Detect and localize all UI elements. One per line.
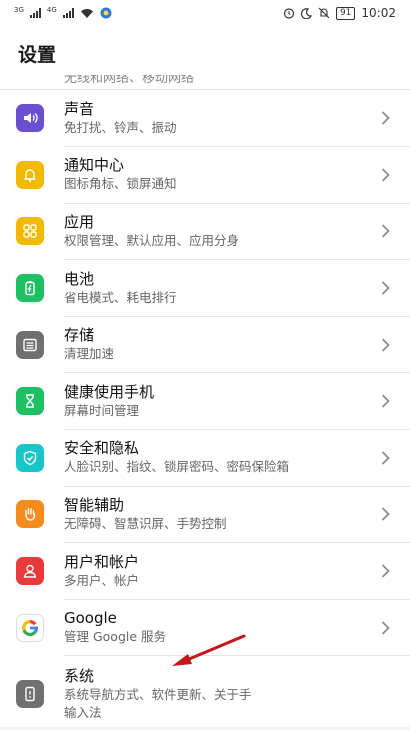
item-text: 应用 权限管理、默认应用、应用分身	[64, 203, 410, 261]
item-text: 声音 免打扰、铃声、振动	[64, 90, 410, 148]
system-icon	[16, 679, 44, 708]
settings-item-notifications[interactable]: 通知中心 图标角标、锁屏通知	[0, 147, 410, 204]
item-title: 安全和隐私	[64, 439, 140, 458]
item-title: 存储	[64, 326, 95, 345]
user-icon	[16, 557, 44, 586]
hourglass-icon	[16, 387, 44, 416]
settings-item-digital-balance[interactable]: 健康使用手机 屏幕时间管理	[0, 372, 410, 431]
item-subtitle: 无障碍、智慧识屏、手势控制	[64, 515, 227, 531]
settings-item-security[interactable]: 安全和隐私 人脸识别、指纹、锁屏密码、密码保险箱	[0, 430, 410, 487]
settings-item-users-accounts[interactable]: 用户和帐户 多用户、帐户	[0, 543, 410, 600]
partially-hidden-row[interactable]: 无线和网络、移动网络	[0, 75, 410, 90]
chevron-right-icon	[381, 168, 390, 182]
chevron-right-icon	[381, 338, 390, 352]
status-left: 3G 4G	[14, 7, 112, 19]
alarm-icon	[283, 8, 295, 19]
item-title: Google	[64, 609, 117, 628]
chevron-right-icon	[381, 394, 390, 408]
item-text: 系统 系统导航方式、软件更新、关于手 输入法	[64, 666, 410, 722]
battery-indicator: 91	[335, 6, 356, 20]
item-title: 声音	[64, 99, 95, 118]
hand-icon	[16, 500, 44, 529]
google-icon	[16, 613, 44, 642]
chevron-right-icon	[381, 621, 390, 635]
item-subtitle: 屏幕时间管理	[64, 402, 140, 418]
storage-icon	[16, 330, 44, 359]
item-subtitle: 权限管理、默认应用、应用分身	[64, 232, 240, 248]
item-text: 健康使用手机 屏幕时间管理	[64, 372, 410, 431]
moon-icon	[300, 7, 312, 19]
item-text: 通知中心 图标角标、锁屏通知	[64, 146, 410, 204]
annotation-arrow	[172, 634, 246, 666]
speaker-icon	[16, 104, 44, 133]
chevron-right-icon	[381, 281, 390, 295]
item-title: 用户和帐户	[64, 552, 140, 571]
page-title: 设置	[18, 44, 57, 66]
wifi-icon	[80, 8, 93, 18]
apps-grid-icon	[16, 217, 44, 246]
settings-item-battery[interactable]: 电池 省电模式、耗电排行	[0, 260, 410, 317]
item-text: 存储 清理加速	[64, 316, 410, 374]
settings-item-apps[interactable]: 应用 权限管理、默认应用、应用分身	[0, 203, 410, 261]
battery-icon	[16, 274, 44, 303]
settings-item-smart-assistance[interactable]: 智能辅助 无障碍、智慧识屏、手势控制	[0, 486, 410, 544]
chevron-right-icon	[381, 111, 390, 125]
item-subtitle: 免打扰、铃声、振动	[64, 119, 177, 135]
item-text: 用户和帐户 多用户、帐户	[64, 542, 410, 600]
item-title: 健康使用手机	[64, 382, 155, 401]
clock-time: 10:02	[361, 6, 396, 20]
app-notification-icon	[100, 7, 112, 19]
item-subtitle: 省电模式、耗电排行	[64, 289, 177, 305]
signal-icon-1	[29, 8, 41, 18]
signal-icon-2	[62, 8, 74, 18]
shield-icon	[16, 443, 44, 472]
item-subtitle-line2: 输入法	[64, 704, 102, 720]
item-subtitle: 人脸识别、指纹、锁屏密码、密码保险箱	[64, 459, 290, 475]
item-title: 智能辅助	[64, 495, 125, 514]
item-subtitle: 图标角标、锁屏通知	[64, 176, 177, 192]
item-text: 智能辅助 无障碍、智慧识屏、手势控制	[64, 486, 410, 544]
status-bar: 3G 4G 91 10:02	[0, 0, 410, 26]
chevron-right-icon	[381, 507, 390, 522]
item-text: 电池 省电模式、耗电排行	[64, 259, 410, 317]
settings-item-storage[interactable]: 存储 清理加速	[0, 316, 410, 374]
item-title: 通知中心	[64, 156, 125, 175]
item-subtitle: 清理加速	[64, 346, 115, 362]
item-title: 电池	[64, 269, 95, 288]
chevron-right-icon	[381, 451, 390, 465]
item-title: 应用	[64, 212, 95, 231]
settings-item-sound[interactable]: 声音 免打扰、铃声、振动	[0, 90, 410, 148]
status-right: 91 10:02	[283, 6, 396, 20]
mute-icon	[318, 7, 330, 19]
item-subtitle: 系统导航方式、软件更新、关于手	[64, 686, 252, 702]
network-type-1: 3G	[14, 6, 24, 14]
chevron-right-icon	[381, 564, 390, 578]
chevron-right-icon	[381, 224, 390, 239]
bell-icon	[16, 160, 44, 189]
item-subtitle: 多用户、帐户	[64, 572, 140, 588]
network-type-2: 4G	[46, 6, 57, 14]
item-text: 安全和隐私 人脸识别、指纹、锁屏密码、密码保险箱	[64, 429, 410, 487]
